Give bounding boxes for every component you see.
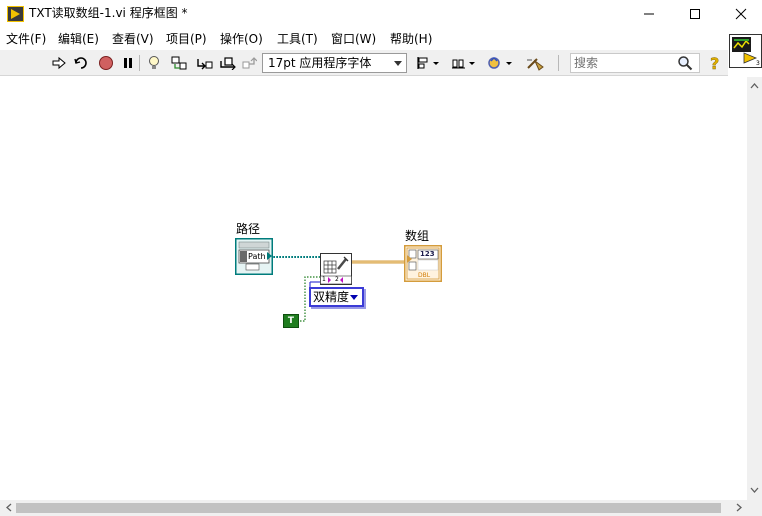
labview-app-icon (7, 6, 24, 22)
align-objects-icon[interactable] (414, 54, 442, 72)
array-indicator-terminal[interactable]: 123 DBL (403, 244, 443, 283)
search-input[interactable] (571, 54, 671, 72)
svg-text:?: ? (710, 54, 719, 72)
step-out-icon[interactable] (240, 54, 258, 72)
step-into-icon[interactable] (196, 54, 214, 72)
array-terminal-text: 123 (420, 250, 435, 258)
reorder-icon[interactable] (487, 54, 515, 72)
menu-file[interactable]: 文件(F) (6, 31, 46, 47)
title-bar: TXT读取数组-1.vi 程序框图 * (0, 0, 762, 28)
clean-up-icon[interactable] (524, 54, 548, 72)
enum-ring-constant[interactable]: 双精度 (309, 287, 364, 307)
vertical-scrollbar[interactable] (747, 77, 762, 500)
enum-ring-value: 双精度 (313, 290, 350, 304)
horizontal-scroll-thumb[interactable] (16, 503, 721, 513)
menu-edit[interactable]: 编辑(E) (58, 31, 99, 47)
chevron-down-icon (394, 61, 402, 66)
close-button[interactable] (718, 0, 762, 28)
search-icon[interactable] (676, 54, 694, 72)
run-arrow-icon[interactable] (50, 54, 68, 72)
font-select-value: 17pt 应用程序字体 (268, 56, 372, 70)
menu-operate[interactable]: 操作(O) (220, 31, 263, 47)
run-continuously-icon[interactable] (72, 54, 90, 72)
font-select[interactable]: 17pt 应用程序字体 (262, 53, 407, 73)
node-terminal-2: 2 (335, 276, 339, 283)
distribute-objects-icon[interactable] (450, 54, 478, 72)
minimize-button[interactable] (626, 0, 672, 28)
menu-project[interactable]: 项目(P) (166, 31, 207, 47)
scrollbar-corner (747, 500, 762, 516)
toolbar-separator (139, 55, 140, 71)
highlight-execution-icon[interactable] (145, 54, 163, 72)
toolbar-separator (558, 55, 559, 71)
menu-window[interactable]: 窗口(W) (331, 31, 376, 47)
step-over-icon[interactable] (219, 54, 237, 72)
path-control-label: 路径 (236, 222, 261, 236)
scroll-left-icon[interactable] (1, 500, 16, 515)
vi-icon[interactable]: 3 (729, 34, 762, 68)
read-spreadsheet-node[interactable]: 1 2 (320, 253, 352, 285)
array-terminal-type: DBL (418, 272, 431, 279)
menu-view[interactable]: 查看(V) (112, 31, 154, 47)
retain-wire-values-icon[interactable] (170, 54, 188, 72)
svg-text:3: 3 (756, 60, 760, 67)
block-diagram-canvas[interactable]: 路径 Path 1 2 双精度 T 数组 123 DBL (0, 77, 747, 500)
path-control-terminal[interactable]: Path (234, 237, 274, 276)
path-terminal-text: Path (248, 252, 266, 261)
menu-tools[interactable]: 工具(T) (277, 31, 318, 47)
boolean-constant[interactable]: T (283, 314, 299, 328)
menu-help[interactable]: 帮助(H) (390, 31, 432, 47)
help-icon[interactable]: ? (706, 54, 724, 72)
menu-bar: 文件(F) 编辑(E) 查看(V) 项目(P) 操作(O) 工具(T) 窗口(W… (0, 28, 728, 50)
window-title: TXT读取数组-1.vi 程序框图 * (29, 6, 188, 20)
maximize-button[interactable] (672, 0, 718, 28)
scroll-down-icon[interactable] (747, 482, 762, 497)
node-terminal-1: 1 (322, 276, 326, 283)
scroll-up-icon[interactable] (747, 78, 762, 93)
pause-icon[interactable] (119, 54, 137, 72)
scroll-right-icon[interactable] (731, 500, 746, 515)
horizontal-scrollbar[interactable] (0, 500, 747, 516)
array-indicator-label: 数组 (405, 229, 430, 243)
diagram-wires (273, 256, 405, 322)
chevron-down-icon (350, 295, 358, 300)
toolbar: 17pt 应用程序字体 ? (0, 50, 728, 76)
abort-icon[interactable] (97, 54, 115, 72)
